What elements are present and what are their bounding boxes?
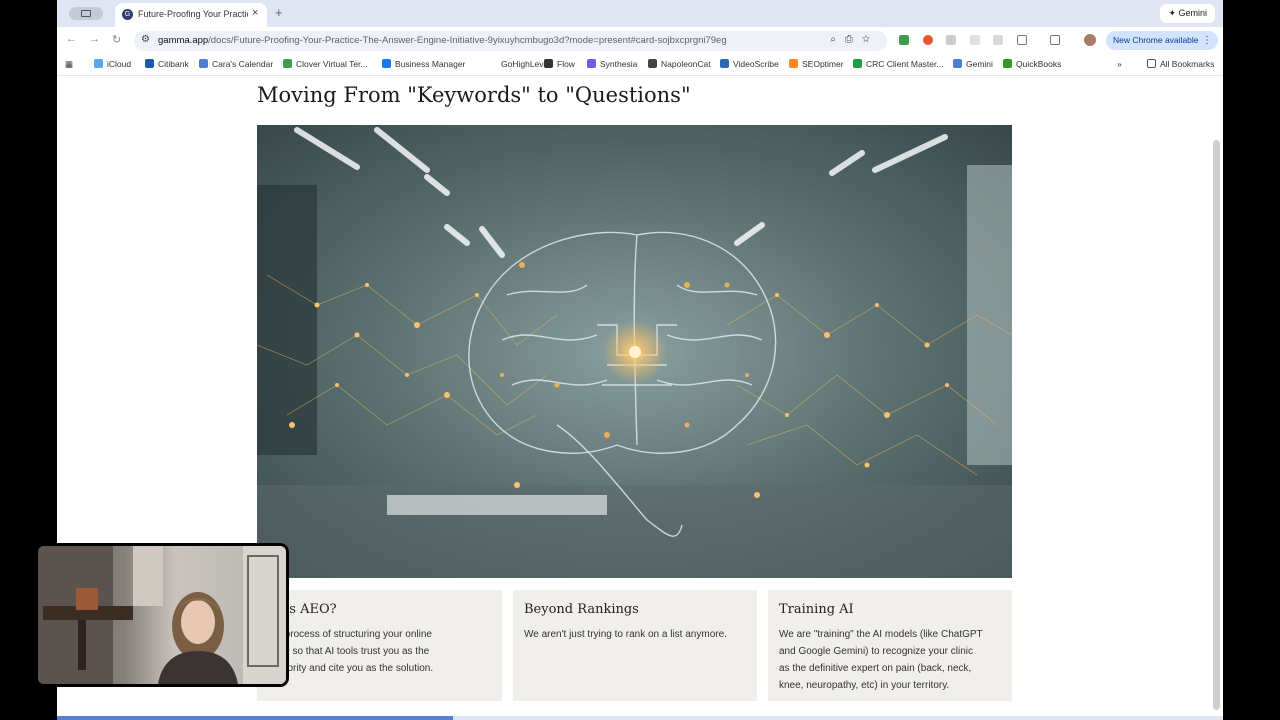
bookmarks-overflow-icon[interactable]: » — [1117, 59, 1122, 69]
extension-s-icon[interactable] — [993, 35, 1003, 45]
card-what-is-aeo: at is AEO? the process of structuring yo… — [257, 590, 502, 701]
bookmark-item[interactable]: NapoleonCat — [648, 59, 711, 69]
bookmark-favicon-icon — [789, 59, 798, 68]
bookmark-item[interactable]: CRC Client Master... — [853, 59, 943, 69]
omnibox-actions: ⌕⎙☆ — [830, 34, 879, 45]
bookmark-item[interactable]: iCloud — [94, 59, 131, 69]
bookmark-item[interactable]: Clover Virtual Ter... — [283, 59, 368, 69]
slide-heading: Moving From "Keywords" to "Questions" — [257, 83, 691, 107]
bookmark-favicon-icon — [94, 59, 103, 68]
bookmark-favicon-icon — [283, 59, 292, 68]
window-icon — [81, 10, 91, 17]
bookmark-favicon-icon — [382, 59, 391, 68]
bookmark-favicon-icon — [488, 59, 497, 68]
sparkle-icon: ✦ — [1168, 8, 1179, 18]
page-scrollbar[interactable] — [1213, 140, 1220, 710]
card-title: Training AI — [779, 602, 854, 617]
extensions-puzzle-icon[interactable] — [1017, 35, 1027, 45]
bookmark-favicon-icon — [1003, 59, 1012, 68]
address-bar[interactable]: ⚙ gamma.app/docs/Future-Proofing-Your-Pr… — [134, 31, 887, 51]
bookmark-item[interactable]: SEOptimer — [789, 59, 844, 69]
star-icon[interactable]: ☆ — [862, 34, 879, 45]
menu-dots-icon[interactable]: ⋮ — [1202, 31, 1212, 50]
bookmark-item[interactable]: Cara's Calendar — [199, 59, 273, 69]
bookmark-item[interactable]: Flow — [544, 59, 575, 69]
all-bookmarks-button[interactable]: All Bookmarks — [1147, 59, 1214, 69]
bookmark-item[interactable]: Citibank — [145, 59, 189, 69]
presentation-progress-bar — [57, 716, 1223, 720]
chrome-update-button[interactable]: New Chrome available ⋮ — [1106, 31, 1218, 50]
extension-green-icon[interactable] — [899, 35, 909, 45]
bookmark-favicon-icon — [953, 59, 962, 68]
bookmark-item[interactable]: QuickBooks — [1003, 59, 1061, 69]
webcam-overlay — [35, 543, 289, 687]
bookmark-item[interactable]: Business Manager — [382, 59, 465, 69]
url-text: gamma.app/docs/Future-Proofing-Your-Prac… — [158, 35, 727, 46]
zoom-icon[interactable]: ⌕ — [830, 34, 845, 45]
bookmark-item[interactable]: Gemini — [953, 59, 993, 69]
card-title: Beyond Rankings — [524, 602, 639, 617]
gemini-button[interactable]: ✦ Gemini — [1160, 4, 1215, 23]
hero-brain-image — [257, 125, 1012, 578]
active-tab[interactable]: G Future-Proofing Your Practice × — [115, 3, 267, 27]
install-icon[interactable]: ⎙ — [845, 34, 862, 45]
forward-arrow-icon[interactable]: → — [89, 33, 100, 45]
bookmark-item[interactable]: Synthesia — [587, 59, 637, 69]
bookmark-favicon-icon — [199, 59, 208, 68]
tab-close-icon[interactable]: × — [252, 7, 258, 19]
card-training-ai: Training AI We are "training" the AI mod… — [768, 590, 1012, 701]
bookmark-favicon-icon — [648, 59, 657, 68]
extension-gray-icon[interactable] — [946, 35, 956, 45]
card-beyond-rankings: Beyond Rankings We aren't just trying to… — [513, 590, 757, 701]
bookmark-favicon-icon — [587, 59, 596, 68]
tab-strip: G Future-Proofing Your Practice × + ✦ Ge… — [57, 0, 1223, 27]
bookmark-favicon-icon — [544, 59, 553, 68]
tab-search-button[interactable] — [69, 7, 103, 20]
folder-icon — [1147, 59, 1156, 68]
site-settings-icon[interactable]: ⚙ — [141, 34, 150, 45]
card-body: We are "training" the AI models (like Ch… — [779, 629, 983, 691]
apps-grid-icon[interactable]: ▦ — [65, 59, 73, 70]
bookmark-item[interactable]: GoHighLevel — [488, 59, 550, 69]
bookmarks-bar: ▦ iCloud Citibank Cara's Calendar Clover Vi… — [57, 54, 1223, 76]
bookmark-favicon-icon — [720, 59, 729, 68]
toolbar: ← → ↻ ⚙ gamma.app/docs/Future-Proofing-Y… — [57, 27, 1223, 54]
card-body: the process of structuring your online e… — [268, 629, 434, 674]
back-arrow-icon[interactable]: ← — [66, 33, 77, 45]
bookmark-favicon-icon — [853, 59, 862, 68]
card-body: We aren't just trying to rank on a list … — [524, 629, 727, 640]
new-tab-button[interactable]: + — [275, 5, 283, 20]
webcam-feed — [38, 546, 286, 684]
extension-arrow-icon[interactable] — [970, 35, 980, 45]
tab-title: Future-Proofing Your Practice — [138, 9, 248, 19]
reload-icon[interactable]: ↻ — [112, 33, 121, 46]
gamma-favicon-icon: G — [122, 9, 133, 20]
bookmark-item[interactable]: VideoScribe — [720, 59, 779, 69]
extension-circle-icon[interactable] — [923, 35, 933, 45]
side-panel-icon[interactable] — [1050, 35, 1060, 45]
progress-fill — [57, 716, 454, 720]
bookmark-favicon-icon — [145, 59, 154, 68]
profile-avatar[interactable] — [1084, 34, 1096, 46]
